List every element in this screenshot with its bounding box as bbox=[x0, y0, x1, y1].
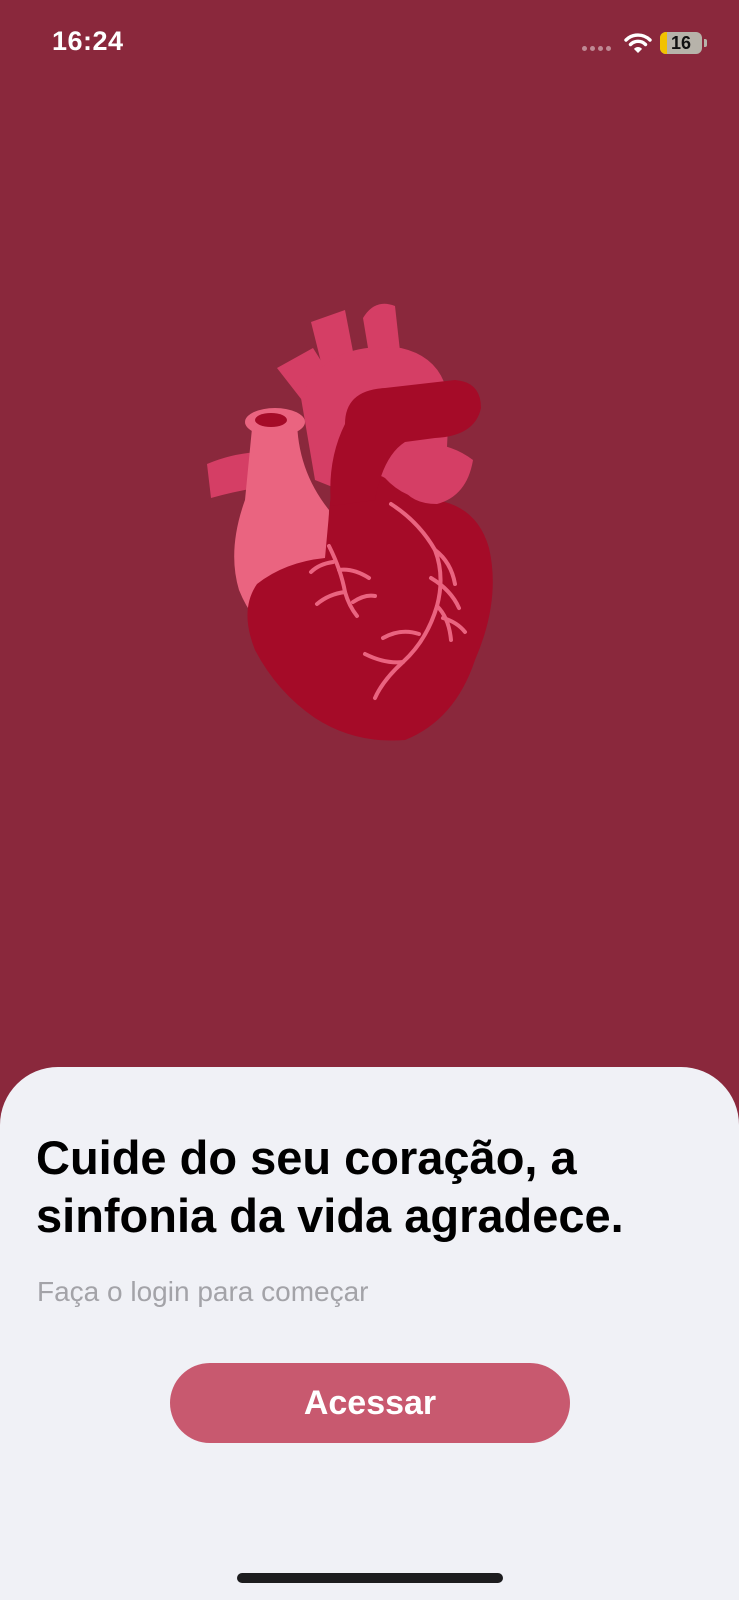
bottom-sheet: Cuide do seu coração, a sinfonia da vida… bbox=[0, 1067, 739, 1600]
wifi-icon bbox=[624, 33, 652, 53]
battery-cap bbox=[704, 39, 707, 47]
vena-cava-opening bbox=[255, 413, 287, 427]
onboarding-headline: Cuide do seu coração, a sinfonia da vida… bbox=[36, 1131, 624, 1242]
battery-icon: 16 bbox=[660, 32, 702, 54]
login-subtitle: Faça o login para começar bbox=[37, 1276, 369, 1307]
access-button[interactable]: Acessar bbox=[170, 1363, 570, 1443]
signal-dots-icon bbox=[582, 46, 611, 51]
battery-level: 16 bbox=[670, 33, 692, 53]
left-atrium-ear bbox=[401, 444, 473, 504]
status-time: 16:24 bbox=[52, 26, 124, 56]
heart-illustration bbox=[207, 303, 493, 741]
home-indicator[interactable] bbox=[237, 1573, 503, 1583]
status-bar: 16:24 16 bbox=[0, 0, 739, 90]
